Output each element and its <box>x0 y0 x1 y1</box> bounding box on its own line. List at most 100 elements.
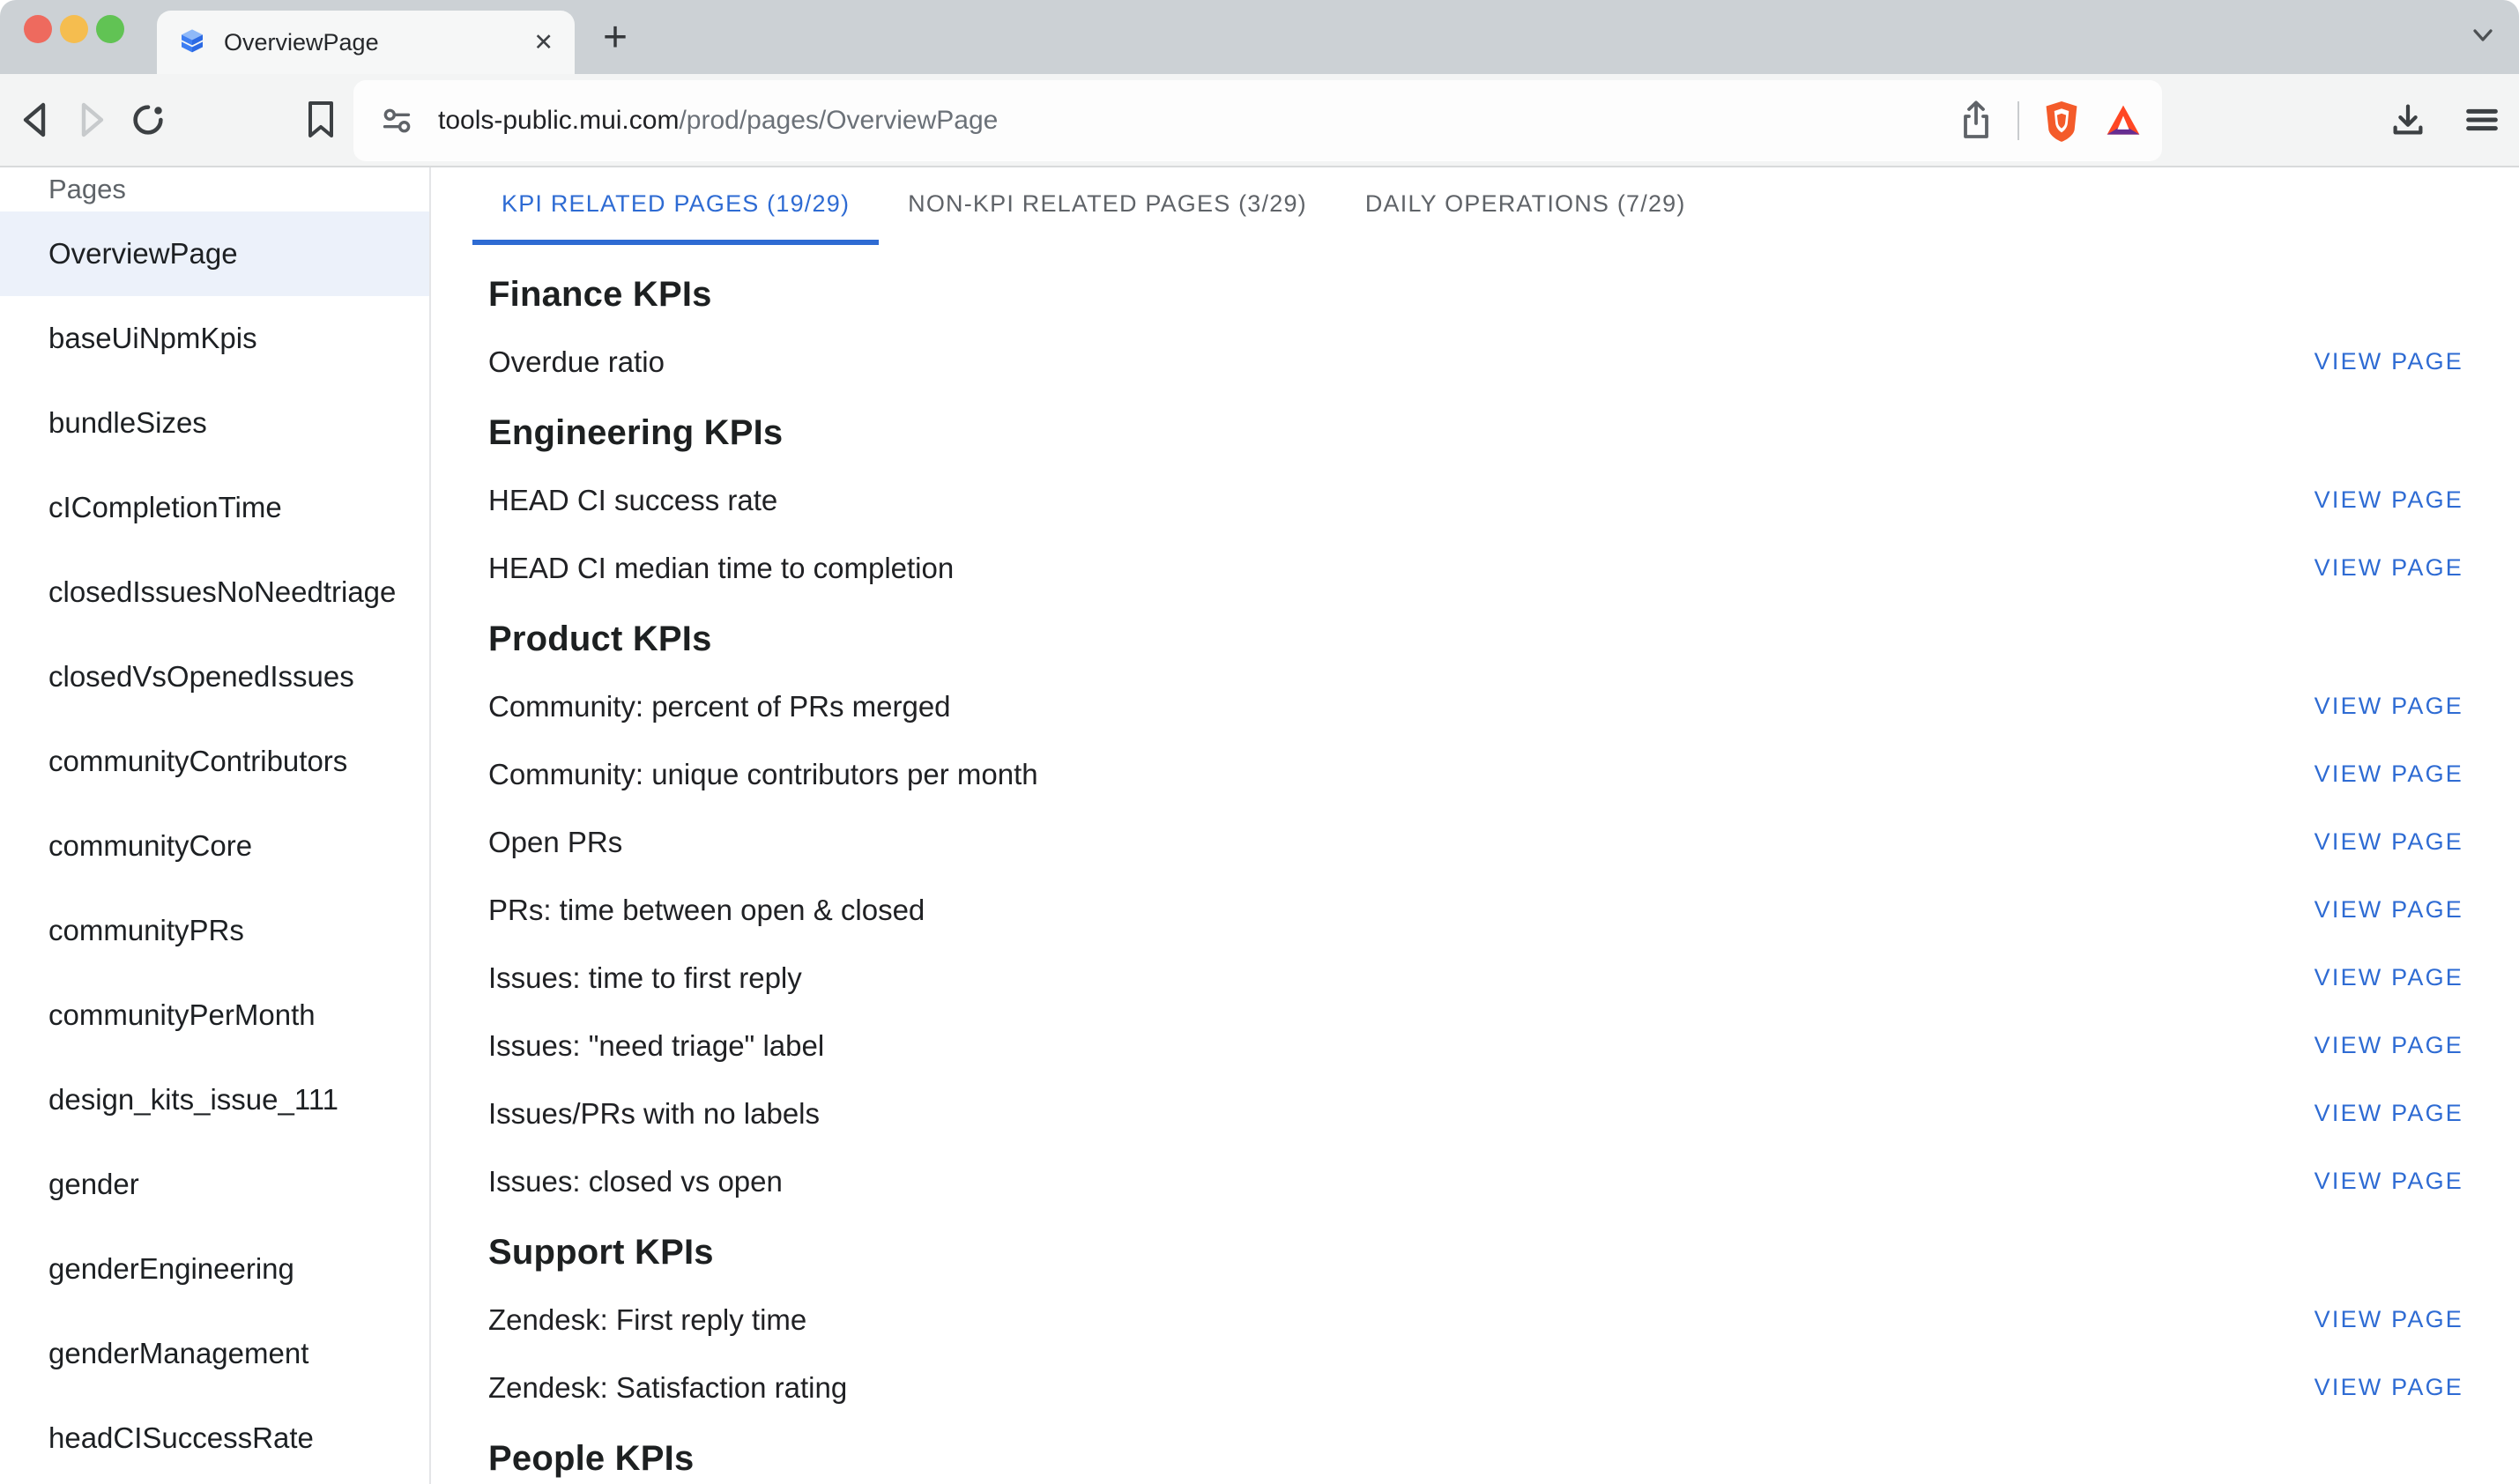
view-page-link[interactable]: VIEW PAGE <box>2315 896 2463 924</box>
kpi-label: Community: percent of PRs merged <box>488 690 951 723</box>
forward-button[interactable] <box>63 92 120 148</box>
download-icon <box>2388 100 2428 140</box>
tab-search-chevron-icon[interactable] <box>2468 25 2498 46</box>
section-heading: Finance KPIs <box>488 261 2463 328</box>
refresh-button[interactable] <box>120 92 176 148</box>
traffic-lights <box>24 15 124 43</box>
downloads-button[interactable] <box>2380 92 2436 148</box>
sidebar-header: Pages <box>0 167 429 211</box>
forward-icon <box>72 99 111 141</box>
back-icon <box>16 99 55 141</box>
kpi-row: Issues: closed vs openVIEW PAGE <box>488 1147 2463 1215</box>
sidebar-item-communityPRs[interactable]: communityPRs <box>0 888 429 973</box>
sidebar-item-communityContributors[interactable]: communityContributors <box>0 719 429 804</box>
url-path: /prod/pages/OverviewPage <box>679 106 998 135</box>
browser-toolbar: tools-public.mui.com/prod/pages/Overview… <box>0 74 2519 167</box>
sidebar-item-cICompletionTime[interactable]: cICompletionTime <box>0 465 429 550</box>
kpi-label: PRs: time between open & closed <box>488 894 925 927</box>
sidebar-item-headCISuccessRate[interactable]: headCISuccessRate <box>0 1396 429 1480</box>
kpi-label: Overdue ratio <box>488 345 665 379</box>
view-page-link[interactable]: VIEW PAGE <box>2315 1100 2463 1127</box>
section-heading: People KPIs <box>488 1425 2463 1484</box>
address-bar[interactable]: tools-public.mui.com/prod/pages/Overview… <box>353 80 2162 161</box>
menu-button[interactable] <box>2454 92 2510 148</box>
url-host: tools-public.mui.com <box>438 106 679 135</box>
sidebar-item-bundleSizes[interactable]: bundleSizes <box>0 381 429 465</box>
kpi-sections: Finance KPIs Overdue ratio VIEW PAGE Engine… <box>488 245 2463 1484</box>
kpi-row: Issues: "need triage" label VIEW PAGE <box>488 1012 2463 1080</box>
url-text: tools-public.mui.com/prod/pages/Overview… <box>438 106 1958 136</box>
pages-sidebar: Pages OverviewPagebaseUiNpmKpisbundleSiz… <box>0 167 431 1484</box>
kpi-row: Zendesk: Satisfaction rating VIEW PAGE <box>488 1354 2463 1421</box>
kpi-label: Zendesk: First reply time <box>488 1303 806 1337</box>
toolbar-divider <box>2017 101 2019 140</box>
sidebar-item-genderEngineering[interactable]: genderEngineering <box>0 1227 429 1311</box>
toolpad-favicon-icon <box>178 28 206 56</box>
browser-tab[interactable]: OverviewPage ✕ <box>157 11 575 74</box>
refresh-icon <box>128 100 168 140</box>
category-tabs: KPI RELATED PAGES (19/29)NON-KPI RELATED… <box>472 167 2463 245</box>
kpi-row: HEAD CI success rate VIEW PAGE <box>488 466 2463 534</box>
kpi-row: Community: unique contributors per month… <box>488 740 2463 808</box>
view-page-link[interactable]: VIEW PAGE <box>2315 1306 2463 1333</box>
main-content: KPI RELATED PAGES (19/29)NON-KPI RELATED… <box>431 167 2519 1484</box>
sidebar-item-genderManagement[interactable]: genderManagement <box>0 1311 429 1396</box>
window-minimize-button[interactable] <box>60 15 88 43</box>
view-page-link[interactable]: VIEW PAGE <box>2315 761 2463 788</box>
kpi-label: HEAD CI success rate <box>488 484 777 517</box>
section-heading: Engineering KPIs <box>488 399 2463 466</box>
window-zoom-button[interactable] <box>96 15 124 43</box>
kpi-label: Zendesk: Satisfaction rating <box>488 1371 847 1405</box>
kpi-row: Issues: time to first reply VIEW PAGE <box>488 944 2463 1012</box>
tab-close-icon[interactable]: ✕ <box>530 27 557 58</box>
view-page-link[interactable]: VIEW PAGE <box>2315 964 2463 991</box>
view-page-link[interactable]: VIEW PAGE <box>2315 693 2463 720</box>
tab-kpi-related[interactable]: KPI RELATED PAGES (19/29) <box>472 167 879 245</box>
share-icon[interactable] <box>1958 99 1995 143</box>
toolbar-right <box>2380 92 2510 148</box>
sidebar-item-design_kits_issue_111[interactable]: design_kits_issue_111 <box>0 1057 429 1142</box>
sidebar-item-baseUiNpmKpis[interactable]: baseUiNpmKpis <box>0 296 429 381</box>
section-heading: Support KPIs <box>488 1219 2463 1286</box>
sidebar-item-OverviewPage[interactable]: OverviewPage <box>0 211 429 296</box>
sidebar-list: OverviewPagebaseUiNpmKpisbundleSizescICo… <box>0 211 429 1480</box>
address-bar-actions <box>1958 99 2143 143</box>
browser-window: OverviewPage ✕ + <box>0 0 2519 1484</box>
view-page-link[interactable]: VIEW PAGE <box>2315 828 2463 856</box>
kpi-row: Issues/PRs with no labels VIEW PAGE <box>488 1080 2463 1147</box>
kpi-label: HEAD CI median time to completion <box>488 552 954 585</box>
kpi-label: Issues: time to first reply <box>488 961 802 995</box>
view-page-link[interactable]: VIEW PAGE <box>2315 1032 2463 1059</box>
section-heading: Product KPIs <box>488 605 2463 672</box>
brave-rewards-bat-icon[interactable] <box>2104 101 2143 140</box>
view-page-link[interactable]: VIEW PAGE <box>2315 1374 2463 1401</box>
bookmark-button[interactable] <box>293 92 349 148</box>
new-tab-button[interactable]: + <box>592 12 638 62</box>
site-settings-icon[interactable] <box>376 100 417 141</box>
sidebar-item-communityPerMonth[interactable]: communityPerMonth <box>0 973 429 1057</box>
view-page-link[interactable]: VIEW PAGE <box>2315 1168 2463 1195</box>
kpi-label: Community: unique contributors per month <box>488 758 1038 791</box>
kpi-row: PRs: time between open & closed VIEW PAGE <box>488 876 2463 944</box>
brave-shields-icon[interactable] <box>2042 99 2081 143</box>
kpi-row: Community: percent of PRs merged VIEW PAG… <box>488 672 2463 740</box>
view-page-link[interactable]: VIEW PAGE <box>2315 554 2463 582</box>
view-page-link[interactable]: VIEW PAGE <box>2315 486 2463 514</box>
tab-non-kpi-related[interactable]: NON-KPI RELATED PAGES (3/29) <box>879 167 1336 245</box>
tab-daily-operations[interactable]: DAILY OPERATIONS (7/29) <box>1336 167 1715 245</box>
kpi-row: Open PRs VIEW PAGE <box>488 808 2463 876</box>
sidebar-item-gender[interactable]: gender <box>0 1142 429 1227</box>
kpi-row: Zendesk: First reply time VIEW PAGE <box>488 1286 2463 1354</box>
back-button[interactable] <box>7 92 63 148</box>
sidebar-item-closedIssuesNoNeedtriage[interactable]: closedIssuesNoNeedtriage <box>0 550 429 634</box>
window-close-button[interactable] <box>24 15 52 43</box>
kpi-label: Issues: "need triage" label <box>488 1029 824 1063</box>
hamburger-menu-icon <box>2462 100 2502 140</box>
kpi-row: HEAD CI median time to completion VIEW PA… <box>488 534 2463 602</box>
sidebar-item-communityCore[interactable]: communityCore <box>0 804 429 888</box>
kpi-label: Issues/PRs with no labels <box>488 1097 820 1131</box>
page-body: Pages OverviewPagebaseUiNpmKpisbundleSiz… <box>0 167 2519 1484</box>
sidebar-item-closedVsOpenedIssues[interactable]: closedVsOpenedIssues <box>0 634 429 719</box>
view-page-link[interactable]: VIEW PAGE <box>2315 348 2463 375</box>
kpi-label: Open PRs <box>488 826 622 859</box>
